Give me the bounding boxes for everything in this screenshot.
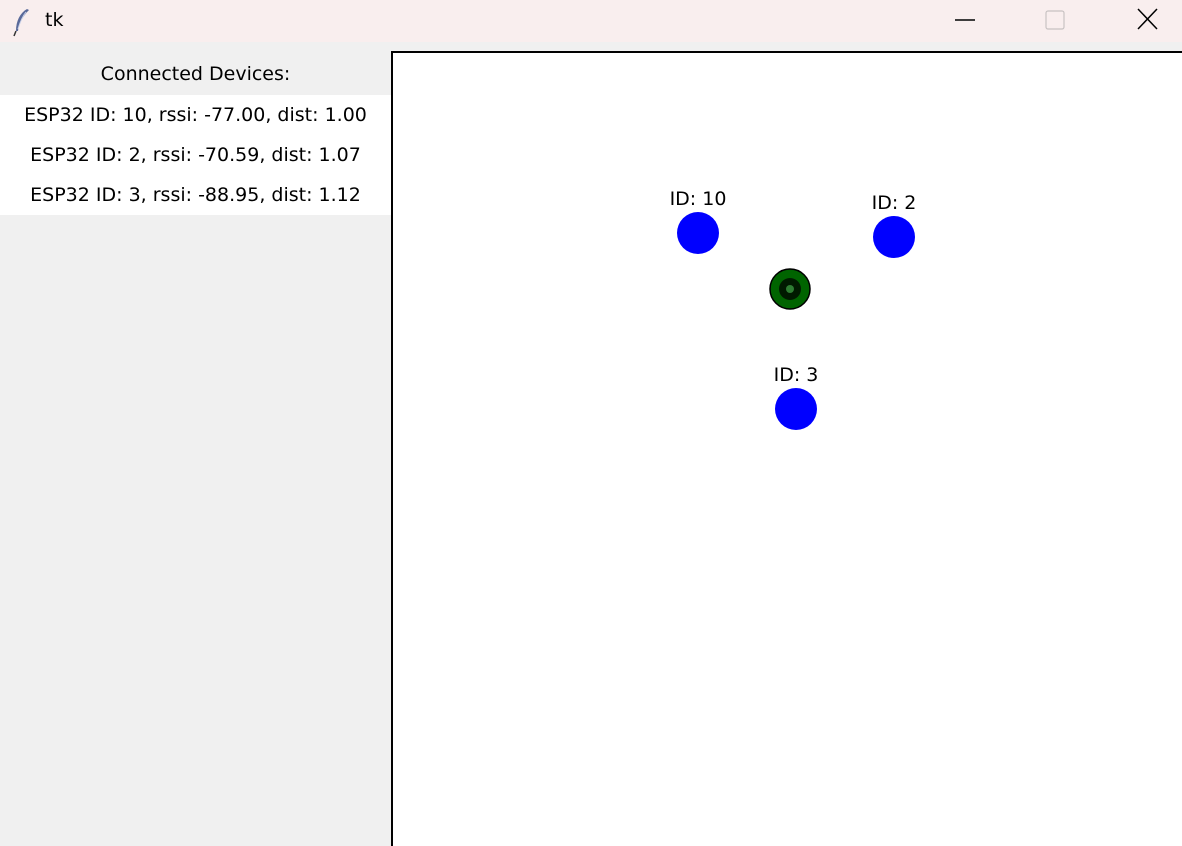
minimize-button[interactable] — [934, 0, 994, 42]
title-bar: tk — [0, 0, 1182, 42]
window-title: tk — [45, 9, 64, 31]
anchor-label: ID: 3 — [774, 364, 819, 386]
sidebar: Connected Devices: ESP32 ID: 10, rssi: -… — [0, 52, 391, 846]
anchor-dot — [775, 388, 817, 430]
feather-icon — [13, 9, 29, 37]
device-list-item[interactable]: ESP32 ID: 2, rssi: -70.59, dist: 1.07 — [0, 135, 391, 175]
position-marker — [769, 268, 811, 310]
anchor-dot — [677, 212, 719, 254]
device-list-item[interactable]: ESP32 ID: 3, rssi: -88.95, dist: 1.12 — [0, 175, 391, 215]
device-list-item[interactable]: ESP32 ID: 10, rssi: -77.00, dist: 1.00 — [0, 95, 391, 135]
connected-devices-label: Connected Devices: — [100, 63, 291, 85]
map-svg: ID: 10 ID: 2 ID: 3 — [670, 188, 917, 430]
close-button[interactable] — [1117, 0, 1177, 42]
anchor-dot — [873, 216, 915, 258]
device-listbox[interactable]: ESP32 ID: 10, rssi: -77.00, dist: 1.00 E… — [0, 95, 391, 215]
maximize-button[interactable] — [1025, 0, 1085, 42]
maximize-icon — [1045, 10, 1065, 30]
anchor-label: ID: 2 — [872, 192, 917, 214]
anchor-label: ID: 10 — [670, 188, 727, 210]
minimize-icon — [955, 19, 975, 21]
map-canvas[interactable]: ID: 10 ID: 2 ID: 3 — [391, 51, 1182, 846]
close-icon — [1137, 8, 1158, 30]
